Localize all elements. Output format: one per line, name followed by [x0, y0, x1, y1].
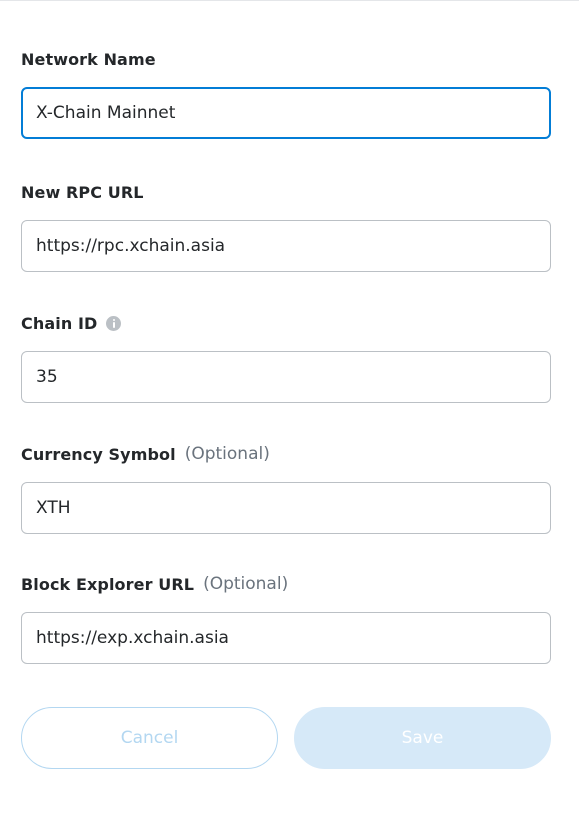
- block-explorer-optional-tag: (Optional): [203, 574, 289, 594]
- currency-symbol-optional-tag: (Optional): [184, 444, 270, 464]
- currency-symbol-field: Currency Symbol (Optional): [21, 443, 551, 534]
- rpc-url-input[interactable]: [21, 220, 551, 272]
- block-explorer-label: Block Explorer URL: [21, 574, 195, 594]
- block-explorer-field: Block Explorer URL (Optional): [21, 573, 551, 664]
- chain-id-label-row: Chain ID: [21, 312, 551, 334]
- network-name-label: Network Name: [21, 49, 156, 69]
- info-icon[interactable]: [106, 315, 122, 331]
- top-divider: [0, 0, 579, 1]
- network-name-input[interactable]: [21, 87, 551, 139]
- chain-id-field: Chain ID: [21, 312, 551, 403]
- rpc-url-label-row: New RPC URL: [21, 181, 551, 203]
- currency-symbol-input[interactable]: [21, 482, 551, 534]
- rpc-url-field: New RPC URL: [21, 181, 551, 272]
- block-explorer-input[interactable]: [21, 612, 551, 664]
- network-name-field: Network Name: [21, 48, 551, 139]
- block-explorer-label-row: Block Explorer URL (Optional): [21, 573, 551, 595]
- cancel-button[interactable]: Cancel: [21, 707, 278, 769]
- chain-id-input[interactable]: [21, 351, 551, 403]
- save-button[interactable]: Save: [294, 707, 551, 769]
- currency-symbol-label-row: Currency Symbol (Optional): [21, 443, 551, 465]
- currency-symbol-label: Currency Symbol: [21, 444, 176, 464]
- rpc-url-label: New RPC URL: [21, 182, 144, 202]
- network-name-label-row: Network Name: [21, 48, 551, 70]
- chain-id-label: Chain ID: [21, 313, 98, 333]
